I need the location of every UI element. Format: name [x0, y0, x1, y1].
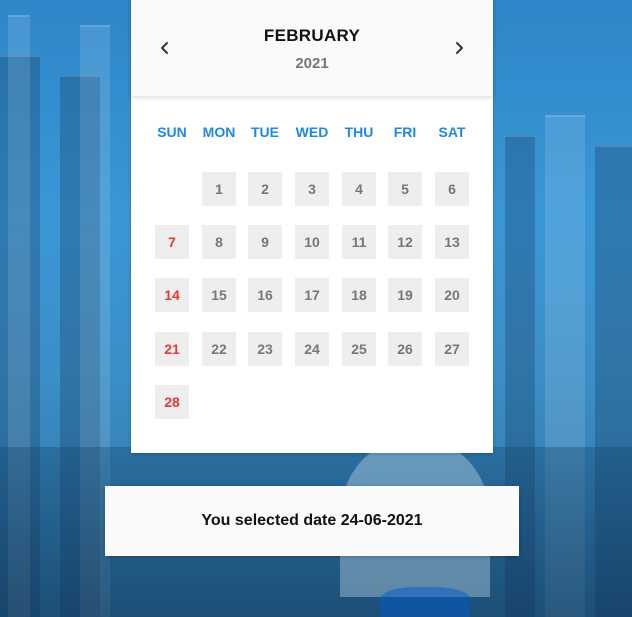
selected-date-panel: You selected date 24-06-2021 [105, 486, 519, 556]
day-19[interactable]: 19 [388, 278, 422, 312]
weekday-wed: WED [295, 124, 329, 140]
day-9[interactable]: 9 [248, 225, 282, 259]
calendar-card: FEBRUARY 2021 SUN MON TUE WED THU FRI SAT 1234… [131, 0, 493, 453]
year-label: 2021 [295, 55, 329, 72]
selected-date-text: You selected date 24-06-2021 [201, 512, 423, 529]
day-16[interactable]: 16 [248, 278, 282, 312]
background-pool [380, 587, 470, 617]
weekday-fri: FRI [393, 124, 417, 140]
day-5[interactable]: 5 [388, 172, 422, 206]
day-20[interactable]: 20 [435, 278, 469, 312]
day-8[interactable]: 8 [202, 225, 236, 259]
day-13[interactable]: 13 [435, 225, 469, 259]
day-22[interactable]: 22 [202, 332, 236, 366]
day-3[interactable]: 3 [295, 172, 329, 206]
day-25[interactable]: 25 [342, 332, 376, 366]
chevron-right-icon [447, 36, 471, 60]
day-7[interactable]: 7 [155, 225, 189, 259]
day-17[interactable]: 17 [295, 278, 329, 312]
next-month-button[interactable] [447, 36, 471, 60]
weekday-tue: TUE [251, 124, 279, 140]
calendar-header: FEBRUARY 2021 [131, 0, 493, 96]
day-26[interactable]: 26 [388, 332, 422, 366]
month-title: FEBRUARY [263, 26, 361, 45]
day-27[interactable]: 27 [435, 332, 469, 366]
day-6[interactable]: 6 [435, 172, 469, 206]
weekday-mon: MON [202, 124, 236, 140]
day-10[interactable]: 10 [295, 225, 329, 259]
day-2[interactable]: 2 [248, 172, 282, 206]
day-12[interactable]: 12 [388, 225, 422, 259]
day-4[interactable]: 4 [342, 172, 376, 206]
day-18[interactable]: 18 [342, 278, 376, 312]
day-21[interactable]: 21 [155, 332, 189, 366]
weekday-thu: THU [344, 124, 374, 140]
weekday-sat: SAT [438, 124, 466, 140]
weekday-sun: SUN [157, 124, 187, 140]
day-28[interactable]: 28 [155, 385, 189, 419]
day-14[interactable]: 14 [155, 278, 189, 312]
day-15[interactable]: 15 [202, 278, 236, 312]
day-11[interactable]: 11 [342, 225, 376, 259]
day-23[interactable]: 23 [248, 332, 282, 366]
day-24[interactable]: 24 [295, 332, 329, 366]
day-1[interactable]: 1 [202, 172, 236, 206]
